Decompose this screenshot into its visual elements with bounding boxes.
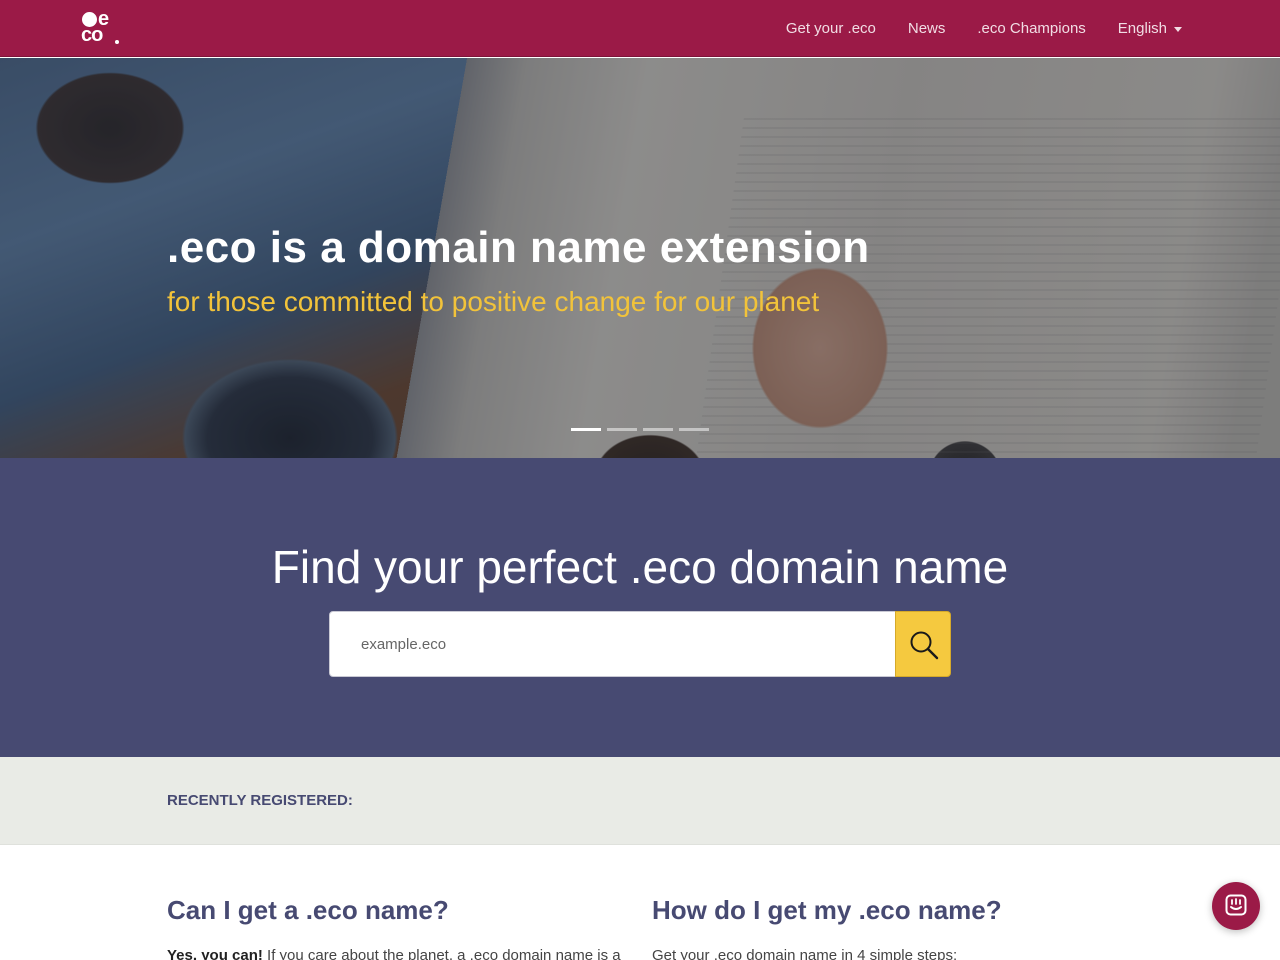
- nav-links: Get your .eco News .eco Champions Englis…: [754, 0, 1182, 57]
- faq-can-i-get: Can I get a .eco name? Yes, you can! If …: [167, 893, 627, 960]
- domain-search-form: [329, 611, 951, 677]
- faq-text-can-i-get: Yes, you can! If you care about the plan…: [167, 945, 627, 960]
- logo-text-bottom: co: [81, 24, 103, 46]
- top-navbar: e co Get your .eco News .eco Champions E…: [0, 0, 1280, 57]
- carousel-indicator-2[interactable]: [607, 428, 637, 431]
- faq-lead-text: If you care about the planet, a .eco dom…: [262, 947, 621, 960]
- search-button[interactable]: [895, 611, 951, 677]
- recently-registered-label: RECENTLY REGISTERED:: [167, 792, 353, 809]
- hero-carousel: .eco is a domain name extension for thos…: [0, 58, 1280, 458]
- eco-logo[interactable]: e co: [80, 9, 120, 48]
- domain-search-section: Find your perfect .eco domain name: [0, 458, 1280, 757]
- faq-how-do-i-get: How do I get my .eco name? Get your .eco…: [652, 893, 1112, 960]
- chat-icon: [1225, 894, 1247, 916]
- search-icon: [910, 631, 939, 660]
- hero-title: .eco is a domain name extension: [167, 223, 870, 272]
- search-title: Find your perfect .eco domain name: [271, 541, 1009, 593]
- carousel-indicator-3[interactable]: [643, 428, 673, 431]
- faq-heading-how-do-i-get: How do I get my .eco name?: [652, 895, 1002, 925]
- faq-lead-bold: Yes, you can!: [167, 947, 263, 960]
- recently-registered-bar: RECENTLY REGISTERED:: [0, 757, 1280, 845]
- nav-link-get-your-eco[interactable]: Get your .eco: [786, 20, 876, 37]
- faq-text-how-do-i-get: Get your .eco domain name in 4 simple st…: [652, 947, 958, 960]
- carousel-indicator-4[interactable]: [679, 428, 709, 431]
- language-label: English: [1117, 20, 1167, 37]
- faq-heading-can-i-get: Can I get a .eco name?: [167, 895, 449, 925]
- domain-search-input[interactable]: [329, 611, 896, 677]
- logo-period: [115, 40, 119, 44]
- caret-down-icon: [1174, 26, 1182, 32]
- carousel-indicators: [571, 428, 715, 431]
- nav-link-eco-champions[interactable]: .eco Champions: [977, 20, 1085, 37]
- chat-launcher-button[interactable]: [1212, 882, 1260, 930]
- hero-subtitle: for those committed to positive change f…: [167, 286, 820, 317]
- nav-link-news[interactable]: News: [908, 20, 946, 37]
- carousel-indicator-1[interactable]: [571, 428, 601, 431]
- language-dropdown[interactable]: English: [1118, 20, 1182, 37]
- hero-caption: .eco is a domain name extension for thos…: [167, 222, 870, 320]
